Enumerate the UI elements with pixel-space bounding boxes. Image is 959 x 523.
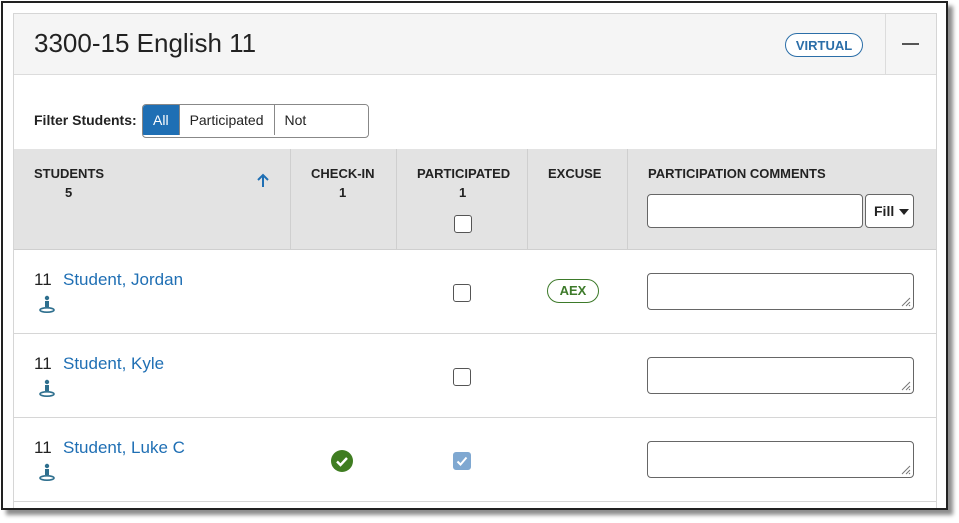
resize-grip-icon[interactable] (899, 379, 911, 391)
participation-comment-field[interactable] (647, 441, 914, 478)
excuse-header-label: EXCUSE (548, 166, 602, 181)
student-grade: 11 (34, 270, 52, 289)
checkin-header-label: CHECK-IN (311, 166, 375, 181)
students-column-header[interactable]: STUDENTS 5 (14, 149, 290, 249)
participated-checkbox[interactable] (453, 284, 471, 302)
participated-header-label: PARTICIPATED (417, 166, 511, 181)
participated-checkbox[interactable] (453, 368, 471, 386)
virtual-student-icon (39, 463, 55, 481)
virtual-badge: VIRTUAL (785, 33, 863, 57)
collapse-button[interactable] (886, 14, 936, 74)
sort-ascending-icon[interactable] (255, 173, 271, 189)
comments-header-label: PARTICIPATION COMMENTS (648, 166, 826, 181)
participated-column-header: PARTICIPATED 1 (396, 149, 527, 249)
section-header: 3300-15 English 11 VIRTUAL (14, 14, 936, 75)
filter-all-button[interactable]: All (143, 105, 179, 135)
checkin-column-header: CHECK-IN 1 (290, 149, 396, 249)
participated-checkbox[interactable] (453, 452, 471, 470)
student-grade: 11 (34, 438, 52, 457)
students-header-label: STUDENTS (34, 166, 105, 181)
section-title: 3300-15 English 11 (34, 28, 257, 58)
table-row: 11 Student, Luke C (14, 418, 936, 502)
resize-grip-icon[interactable] (899, 463, 911, 475)
checked-in-icon (331, 450, 353, 472)
checkin-count: 1 (339, 185, 347, 200)
participation-comment-field[interactable] (647, 357, 914, 394)
excuse-column-header: EXCUSE (527, 149, 627, 249)
fill-button[interactable]: Fill (865, 194, 914, 228)
student-name-link[interactable]: Student, Jordan (63, 270, 183, 290)
participated-select-all-checkbox[interactable] (454, 215, 472, 233)
fill-button-label: Fill (874, 203, 895, 219)
filter-label: Filter Students: (34, 112, 137, 128)
filter-segmented-control: All Participated Not Participated (142, 104, 370, 138)
caret-down-icon (899, 209, 909, 215)
student-name-link[interactable]: Student, Kyle (63, 354, 164, 374)
participated-count: 1 (459, 185, 467, 200)
virtual-student-icon (39, 379, 55, 397)
fill-comment-input[interactable] (647, 194, 863, 228)
students-count: 5 (65, 185, 73, 200)
participation-comment-field[interactable] (647, 273, 914, 310)
checkmark-icon (456, 456, 468, 466)
virtual-student-icon (39, 295, 55, 313)
table-row: 11 Student, Kyle (14, 334, 936, 418)
excuse-badge: AEX (547, 279, 599, 303)
section-panel: 3300-15 English 11 VIRTUAL Filter Studen… (13, 13, 937, 508)
filter-participated-button[interactable]: Participated (178, 105, 274, 135)
screenshot-frame: 3300-15 English 11 VIRTUAL Filter Studen… (1, 1, 948, 510)
table-row: 11 Student, Jordan AEX (14, 250, 936, 334)
minus-icon (902, 43, 919, 45)
filter-not-participated-button[interactable]: Not Participated (273, 105, 369, 135)
student-name-link[interactable]: Student, Luke C (63, 438, 185, 458)
resize-grip-icon[interactable] (899, 295, 911, 307)
student-grade: 11 (34, 354, 52, 373)
